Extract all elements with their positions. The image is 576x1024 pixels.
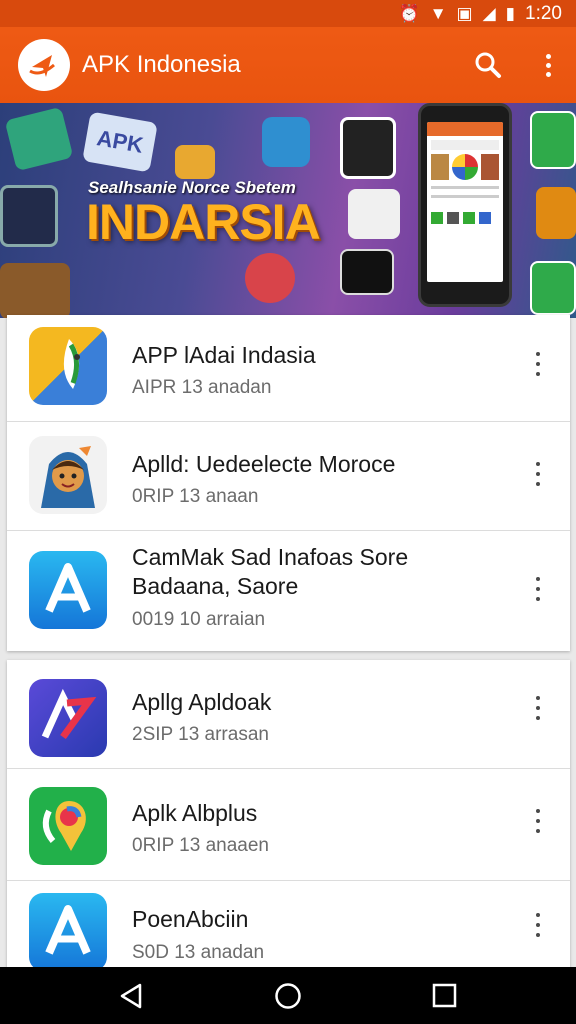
banner-tile bbox=[348, 189, 400, 239]
banner-tile bbox=[4, 106, 74, 172]
phone-illustration bbox=[418, 103, 512, 307]
list-item[interactable]: PoenAbciin S0D 13 anadan bbox=[7, 881, 570, 971]
app-meta: 2SIP 13 arrasan bbox=[132, 724, 269, 745]
navigation-bar bbox=[0, 967, 576, 1024]
app-bar: APK Indonesia bbox=[0, 27, 576, 103]
banner-tile bbox=[530, 261, 576, 315]
app-title: PoenAbciin bbox=[132, 906, 249, 932]
app-title: APP lAdai Indasia bbox=[132, 342, 316, 368]
status-time: 1:20 bbox=[525, 2, 562, 24]
green-map-app-icon bbox=[29, 787, 107, 865]
item-more-button[interactable] bbox=[533, 809, 543, 833]
item-more-button[interactable] bbox=[533, 577, 543, 601]
home-button[interactable] bbox=[273, 981, 303, 1011]
app-meta: 0RIP 13 anaan bbox=[132, 486, 259, 507]
banner-tile bbox=[245, 253, 295, 303]
green-leaf-app-icon bbox=[29, 327, 107, 405]
banner-tile bbox=[340, 249, 394, 295]
app-meta: 0019 10 arraian bbox=[132, 609, 266, 630]
app-title: APK Indonesia bbox=[82, 51, 241, 78]
no-signal-icon: ▣ bbox=[456, 4, 473, 23]
list-item[interactable]: Apllg Apldoak 2SIP 13 arrasan bbox=[7, 660, 570, 769]
app-title: CamMak Sad Inafoas Sore Badaana, Saore bbox=[132, 544, 409, 599]
home-icon bbox=[275, 983, 301, 1009]
list-item[interactable]: APP lAdai Indasia AIPR 13 anadan bbox=[7, 315, 570, 422]
banner-apk-tile: APK bbox=[82, 111, 158, 173]
app-meta: AIPR 13 anadan bbox=[132, 377, 272, 398]
letter-a-app-icon bbox=[29, 551, 107, 629]
overflow-menu-button[interactable] bbox=[536, 49, 560, 81]
item-more-button[interactable] bbox=[533, 913, 543, 937]
list-item[interactable]: CamMak Sad Inafoas Sore Badaana, Saore 0… bbox=[7, 531, 570, 651]
apk-logo-icon bbox=[18, 39, 70, 91]
alarm-icon: ⏰ bbox=[398, 4, 420, 23]
banner-tile bbox=[536, 187, 576, 239]
app-list-card: APP lAdai Indasia AIPR 13 anadan Aplld: … bbox=[7, 315, 570, 651]
status-bar: ⏰ ▼ ▣ ◢ ▮ 1:20 bbox=[0, 0, 576, 27]
item-more-button[interactable] bbox=[533, 352, 543, 376]
app-title: Apllg Apldoak bbox=[132, 689, 272, 715]
banner-tile bbox=[340, 117, 396, 179]
banner-tile bbox=[0, 263, 70, 318]
app-title: Aplld: Uedeelecte Moroce bbox=[132, 451, 396, 477]
banner-title: INDARSIA bbox=[86, 194, 321, 250]
wifi-icon: ▼ bbox=[429, 4, 447, 23]
app-meta: S0D 13 anadan bbox=[132, 942, 265, 963]
banner-tile bbox=[262, 117, 310, 167]
banner-tile bbox=[530, 111, 576, 169]
banner-tile bbox=[0, 185, 58, 247]
back-icon bbox=[120, 983, 142, 1009]
blue-a-app-icon bbox=[29, 893, 107, 971]
signal-icon: ◢ bbox=[482, 4, 496, 23]
search-icon bbox=[475, 52, 501, 78]
battery-icon: ▮ bbox=[505, 4, 516, 23]
recents-icon bbox=[432, 983, 457, 1008]
purple-a-app-icon bbox=[29, 679, 107, 757]
banner-tile bbox=[175, 145, 215, 179]
list-item[interactable]: Aplld: Uedeelecte Moroce 0RIP 13 anaan bbox=[7, 422, 570, 531]
back-button[interactable] bbox=[116, 981, 146, 1011]
item-more-button[interactable] bbox=[533, 462, 543, 486]
app-meta: 0RIP 13 anaaen bbox=[132, 835, 269, 856]
recents-button[interactable] bbox=[430, 981, 460, 1011]
list-item[interactable]: Aplk Albplus 0RIP 13 anaaen bbox=[7, 769, 570, 881]
app-list-card: Apllg Apldoak 2SIP 13 arrasan Aplk Albpl… bbox=[7, 660, 570, 971]
app-title: Aplk Albplus bbox=[132, 800, 258, 826]
girl-character-app-icon bbox=[29, 436, 107, 514]
item-more-button[interactable] bbox=[533, 696, 543, 720]
search-button[interactable] bbox=[472, 49, 504, 81]
